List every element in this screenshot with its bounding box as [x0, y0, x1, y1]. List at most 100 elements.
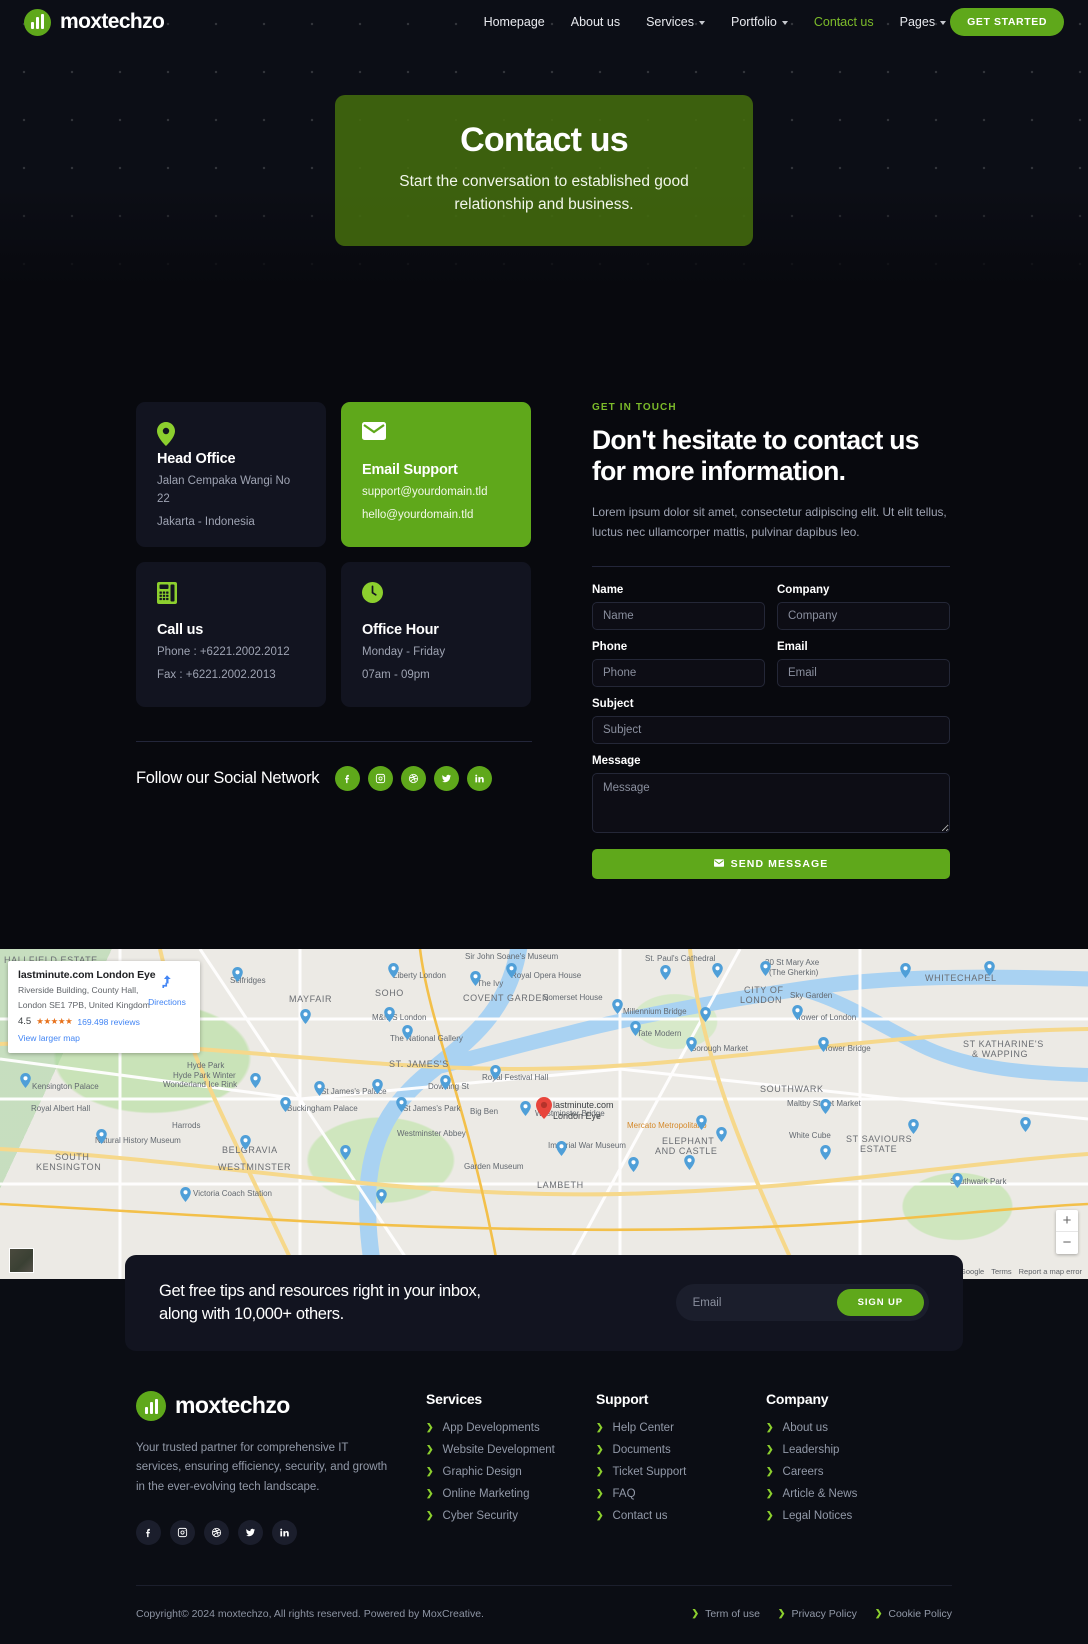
location-map[interactable]: HALLFIELD ESTATE Selfridges Liberty London…: [0, 948, 1088, 1279]
map-poi-pin-icon[interactable]: [280, 1096, 291, 1112]
map-poi-pin-icon[interactable]: [686, 1036, 697, 1052]
map-poi-pin-icon[interactable]: [820, 1144, 831, 1160]
map-poi-pin-icon[interactable]: [250, 1072, 261, 1088]
newsletter-email-input[interactable]: [680, 1289, 829, 1316]
footer-link[interactable]: ❯ Website Development: [426, 1444, 596, 1456]
social-link-dribbble-icon[interactable]: [401, 766, 427, 792]
map-poi-pin-icon[interactable]: [520, 1100, 531, 1116]
map-poi-pin-icon[interactable]: [556, 1140, 567, 1156]
nav-item-portfolio[interactable]: Portfolio: [731, 15, 788, 29]
footer-link[interactable]: ❯ Online Marketing: [426, 1488, 596, 1500]
footer-logo[interactable]: moxtechzo: [136, 1390, 426, 1421]
map-poi-pin-icon[interactable]: [716, 1126, 727, 1142]
legal-link[interactable]: ❯ Privacy Policy: [778, 1608, 857, 1620]
map-marker-london-eye-icon[interactable]: [536, 1096, 552, 1119]
nav-item-services[interactable]: Services: [646, 15, 706, 29]
map-street-view-thumbnail[interactable]: [9, 1247, 34, 1273]
map-poi-pin-icon[interactable]: [700, 1006, 711, 1022]
footer-link[interactable]: ❯ Documents: [596, 1444, 766, 1456]
company-input[interactable]: [777, 601, 950, 630]
map-poi-pin-icon[interactable]: [684, 1154, 695, 1170]
social-link-facebook-icon[interactable]: [335, 766, 361, 792]
footer-link[interactable]: ❯ About us: [766, 1422, 936, 1434]
footer-link[interactable]: ❯ Careers: [766, 1466, 936, 1478]
site-logo[interactable]: moxtechzo: [24, 8, 165, 36]
map-poi-pin-icon[interactable]: [314, 1080, 325, 1096]
map-poi-pin-icon[interactable]: [402, 1024, 413, 1040]
get-started-button[interactable]: GET STARTED: [950, 8, 1064, 36]
map-poi-pin-icon[interactable]: [900, 962, 911, 978]
map-poi-pin-icon[interactable]: [1020, 1116, 1031, 1132]
map-poi-pin-icon[interactable]: [180, 1186, 191, 1202]
map-poi-pin-icon[interactable]: [952, 1172, 963, 1188]
footer-link[interactable]: ❯ FAQ: [596, 1488, 766, 1500]
legal-link[interactable]: ❯ Cookie Policy: [875, 1608, 952, 1620]
footer-social-link-twitter-icon[interactable]: [238, 1519, 263, 1545]
map-poi-pin-icon[interactable]: [232, 966, 243, 982]
map-poi-pin-icon[interactable]: [820, 1098, 831, 1114]
map-poi-pin-icon[interactable]: [760, 960, 771, 976]
map-poi-pin-icon[interactable]: [300, 1008, 311, 1024]
map-poi-pin-icon[interactable]: [984, 960, 995, 976]
footer-link[interactable]: ❯ Ticket Support: [596, 1466, 766, 1478]
footer-bottom-bar: Copyright© 2024 moxtechzo, All rights re…: [136, 1584, 952, 1644]
footer-link[interactable]: ❯ Contact us: [596, 1510, 766, 1522]
name-input[interactable]: [592, 601, 765, 630]
map-poi-pin-icon[interactable]: [660, 964, 671, 980]
map-poi-pin-icon[interactable]: [712, 962, 723, 978]
send-message-button[interactable]: SEND MESSAGE: [592, 848, 950, 879]
footer-social-link-instagram-icon[interactable]: [170, 1519, 195, 1545]
map-poi-pin-icon[interactable]: [630, 1020, 641, 1036]
map-poi-pin-icon[interactable]: [612, 998, 623, 1014]
map-poi-pin-icon[interactable]: [388, 962, 399, 978]
message-textarea[interactable]: [592, 772, 950, 833]
nav-item-contact-us[interactable]: Contact us: [814, 15, 874, 29]
map-poi-pin-icon[interactable]: [506, 962, 517, 978]
map-poi-pin-icon[interactable]: [908, 1118, 919, 1134]
map-poi-pin-icon[interactable]: [340, 1144, 351, 1160]
map-poi-pin-icon[interactable]: [490, 1064, 501, 1080]
view-larger-map-link[interactable]: View larger map: [18, 1033, 80, 1043]
footer-link[interactable]: ❯ Help Center: [596, 1422, 766, 1434]
nav-item-homepage[interactable]: Homepage: [484, 15, 545, 29]
map-poi-pin-icon[interactable]: [372, 1078, 383, 1094]
footer-social-link-dribbble-icon[interactable]: [204, 1519, 229, 1545]
footer-link[interactable]: ❯ Cyber Security: [426, 1510, 596, 1522]
map-poi-pin-icon[interactable]: [20, 1072, 31, 1088]
phone-input[interactable]: [592, 658, 765, 687]
map-zoom-out-button[interactable]: −: [1056, 1232, 1078, 1254]
footer-link[interactable]: ❯ Article & News: [766, 1488, 936, 1500]
map-attribution-item[interactable]: Report a map error: [1019, 1267, 1082, 1276]
footer-link[interactable]: ❯ Legal Notices: [766, 1510, 936, 1522]
email-input[interactable]: [777, 658, 950, 687]
social-link-linkedin-icon[interactable]: [467, 766, 493, 792]
footer-social-link-linkedin-icon[interactable]: [272, 1519, 297, 1545]
map-poi-pin-icon[interactable]: [440, 1074, 451, 1090]
social-link-instagram-icon[interactable]: [368, 766, 394, 792]
footer-link-label: Documents: [612, 1443, 671, 1456]
map-poi-pin-icon[interactable]: [96, 1128, 107, 1144]
newsletter-signup-button[interactable]: SIGN UP: [836, 1289, 924, 1317]
subject-input[interactable]: [592, 715, 950, 744]
map-poi-pin-icon[interactable]: [376, 1188, 387, 1204]
footer-link[interactable]: ❯ Leadership: [766, 1444, 936, 1456]
footer-link[interactable]: ❯ App Developments: [426, 1422, 596, 1434]
map-poi-pin-icon[interactable]: [818, 1036, 829, 1052]
map-poi-pin-icon[interactable]: [628, 1156, 639, 1172]
legal-link[interactable]: ❯ Term of use: [692, 1608, 760, 1620]
footer-social-link-facebook-icon[interactable]: [136, 1519, 161, 1545]
map-poi-pin-icon[interactable]: [396, 1096, 407, 1112]
map-attribution-item[interactable]: Terms: [991, 1267, 1011, 1276]
nav-item-about-us[interactable]: About us: [571, 15, 620, 29]
map-directions-button[interactable]: Directions: [144, 973, 190, 1007]
map-poi-pin-icon[interactable]: [384, 1006, 395, 1022]
map-poi-pin-icon[interactable]: [696, 1114, 707, 1130]
social-link-twitter-icon[interactable]: [434, 766, 460, 792]
nav-item-pages[interactable]: Pages: [900, 15, 947, 29]
map-zoom-in-button[interactable]: +: [1056, 1210, 1078, 1232]
footer-link[interactable]: ❯ Graphic Design: [426, 1466, 596, 1478]
map-poi-pin-icon[interactable]: [792, 1004, 803, 1020]
map-label: Royal Opera House: [511, 970, 582, 980]
map-poi-pin-icon[interactable]: [240, 1134, 251, 1150]
map-poi-pin-icon[interactable]: [470, 970, 481, 986]
